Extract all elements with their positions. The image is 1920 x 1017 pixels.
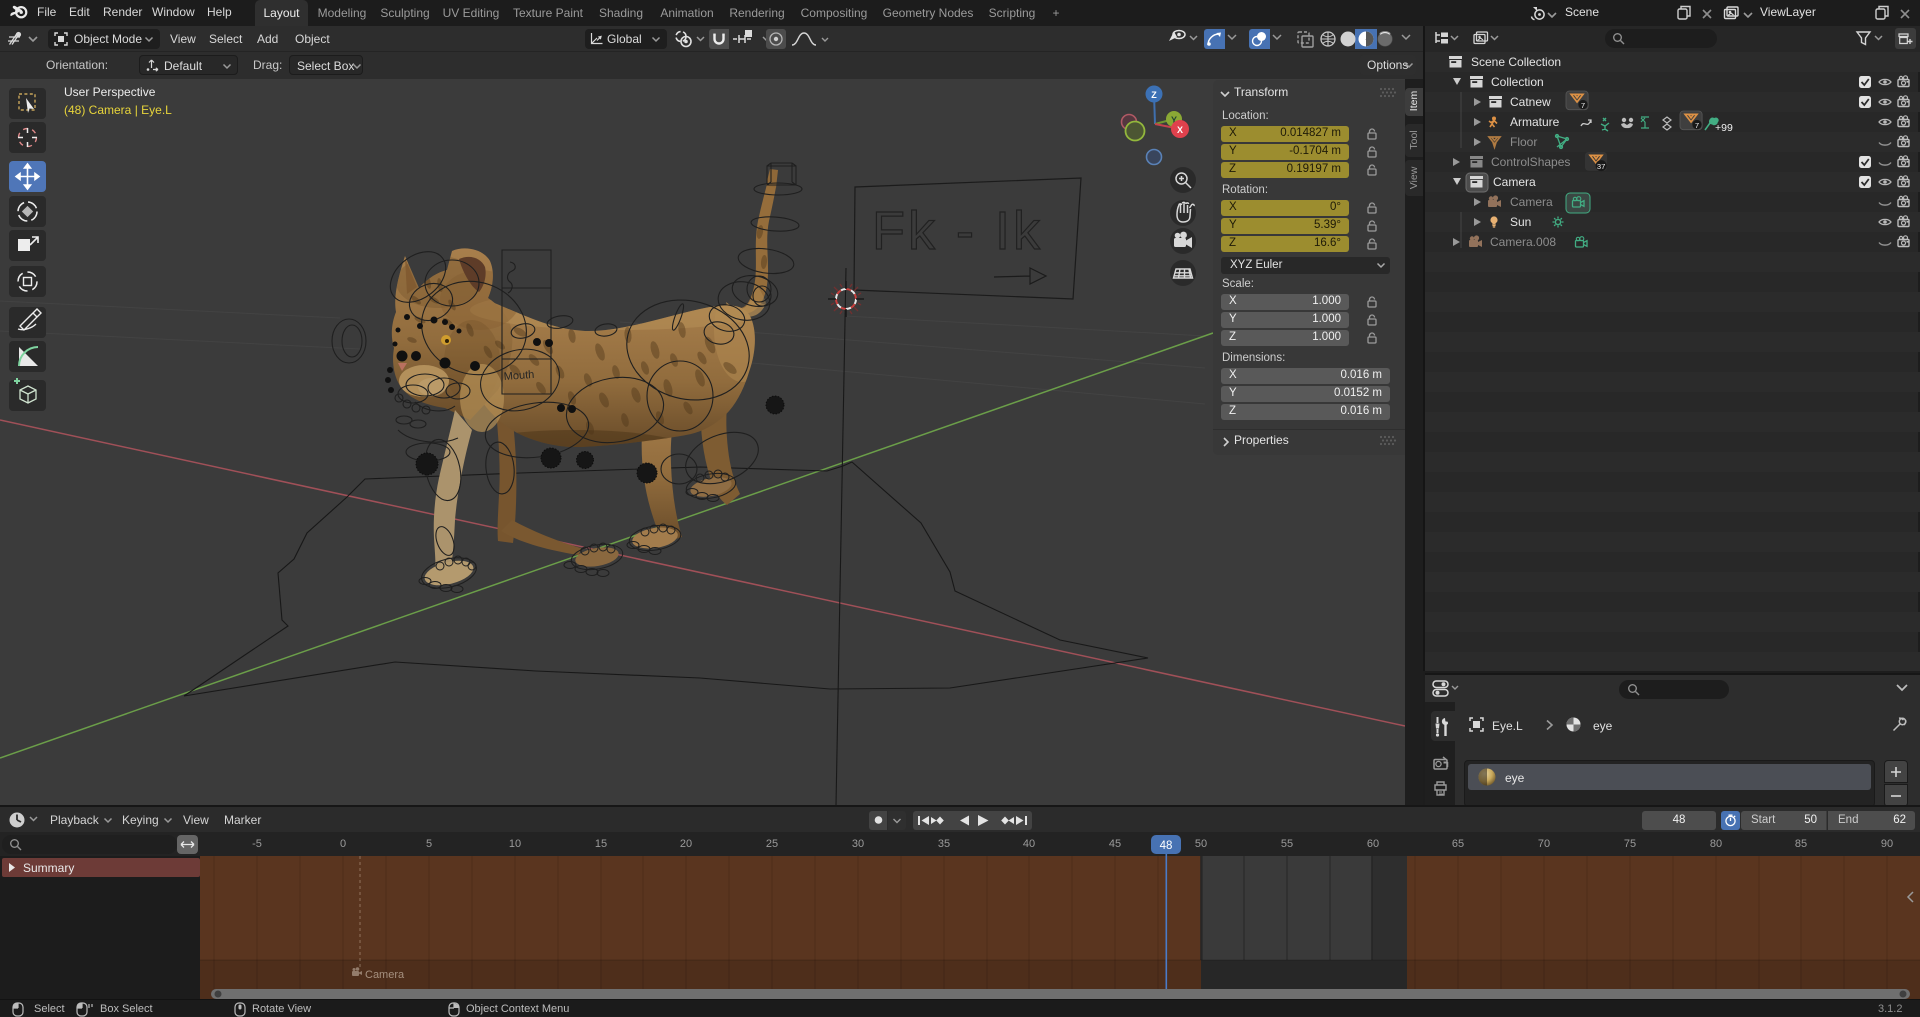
svg-text:65: 65 bbox=[1452, 838, 1464, 850]
svg-text:Camera: Camera bbox=[1493, 175, 1536, 189]
svg-text:Camera.008: Camera.008 bbox=[1490, 235, 1556, 249]
svg-text:50: 50 bbox=[1195, 838, 1207, 850]
svg-text:Sun: Sun bbox=[1510, 215, 1531, 229]
svg-text:48: 48 bbox=[1160, 840, 1173, 852]
svg-text:Fk - Ik: Fk - Ik bbox=[872, 201, 1043, 261]
svg-text:Scene Collection: Scene Collection bbox=[1471, 55, 1561, 69]
svg-text:90: 90 bbox=[1881, 838, 1893, 850]
svg-text:85: 85 bbox=[1795, 838, 1807, 850]
svg-text:Armature: Armature bbox=[1510, 115, 1560, 129]
svg-text:Floor: Floor bbox=[1510, 135, 1537, 149]
svg-text:70: 70 bbox=[1538, 838, 1550, 850]
svg-text:25: 25 bbox=[766, 838, 778, 850]
svg-text:ControlShapes: ControlShapes bbox=[1491, 155, 1570, 169]
svg-text:5: 5 bbox=[426, 838, 432, 850]
svg-text:80: 80 bbox=[1710, 838, 1722, 850]
svg-text:40: 40 bbox=[1023, 838, 1035, 850]
svg-text:45: 45 bbox=[1109, 838, 1121, 850]
svg-text:60: 60 bbox=[1367, 838, 1379, 850]
svg-text:75: 75 bbox=[1624, 838, 1636, 850]
svg-text:55: 55 bbox=[1281, 838, 1293, 850]
svg-text:Z: Z bbox=[1151, 90, 1157, 100]
svg-text:Camera: Camera bbox=[1510, 195, 1553, 209]
svg-text:30: 30 bbox=[852, 838, 864, 850]
svg-text:X: X bbox=[1177, 125, 1183, 135]
svg-text:15: 15 bbox=[595, 838, 607, 850]
svg-text:0: 0 bbox=[340, 838, 346, 850]
svg-text:+99: +99 bbox=[1715, 122, 1733, 134]
svg-text:Summary: Summary bbox=[23, 861, 74, 875]
svg-text:10: 10 bbox=[509, 838, 521, 850]
svg-text:20: 20 bbox=[680, 838, 692, 850]
svg-text:Mouth: Mouth bbox=[503, 369, 534, 383]
svg-text:Catnew: Catnew bbox=[1510, 95, 1551, 109]
svg-text:35: 35 bbox=[938, 838, 950, 850]
svg-text:Camera: Camera bbox=[365, 969, 405, 981]
svg-text:Collection: Collection bbox=[1491, 75, 1544, 89]
svg-text:-5: -5 bbox=[252, 838, 262, 850]
svg-text:37: 37 bbox=[1597, 162, 1606, 171]
